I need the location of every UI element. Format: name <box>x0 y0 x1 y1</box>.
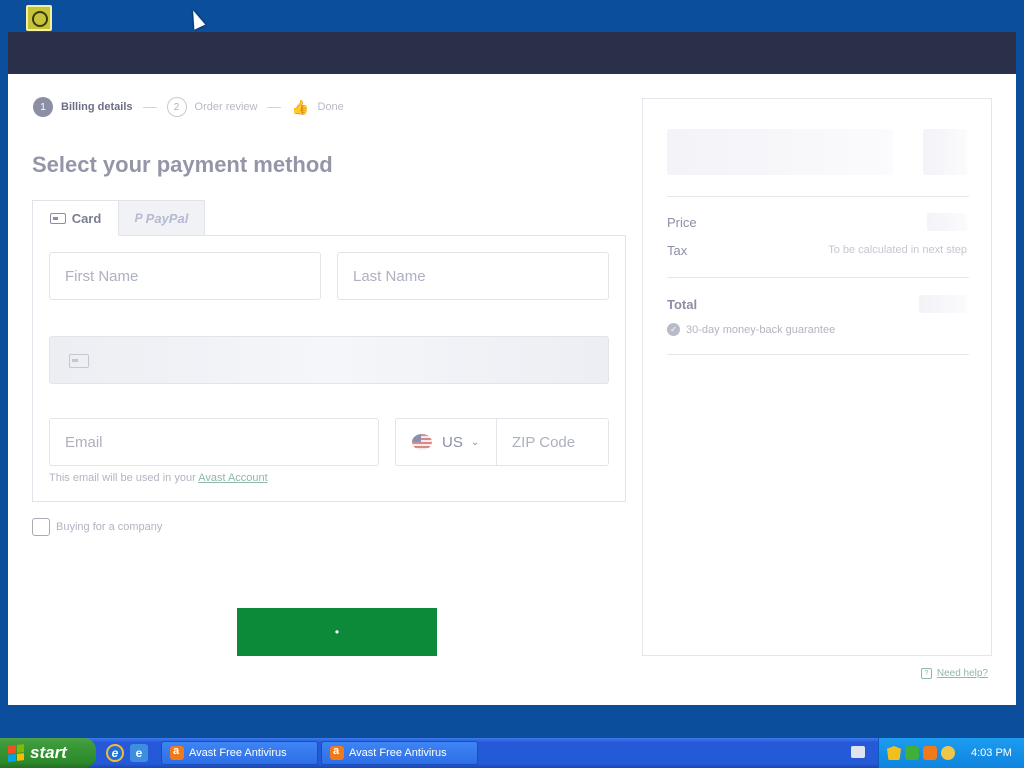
tax-note: To be calculated in next step <box>828 244 967 256</box>
zip-code-input[interactable] <box>496 418 609 466</box>
scheduled-task-icon[interactable] <box>26 5 52 31</box>
price-label: Price <box>667 215 697 230</box>
step-separator <box>142 106 157 108</box>
tax-label: Tax <box>667 243 688 258</box>
taskbar: start e e Avast Free Antivirus Avast Fre… <box>0 738 1024 768</box>
payment-tabs: Card P PayPal <box>32 200 205 236</box>
card-number-field[interactable] <box>49 336 609 384</box>
taskbar-item-avast-2[interactable]: Avast Free Antivirus <box>321 741 478 765</box>
mouse-cursor-icon <box>186 8 206 30</box>
search-icon[interactable] <box>941 746 955 760</box>
company-label: Buying for a company <box>56 521 163 533</box>
tab-card[interactable]: Card <box>32 200 119 236</box>
need-help: ? Need help? <box>920 668 988 679</box>
system-tray: 4:03 PM <box>878 738 1024 768</box>
email-input[interactable] <box>49 418 379 466</box>
window-header <box>8 32 1016 74</box>
total-value-placeholder <box>919 295 967 313</box>
quick-launch: e e <box>96 744 158 762</box>
email-note-text: This email will be used in your <box>49 472 196 484</box>
email-note: This email will be used in your Avast Ac… <box>49 472 268 484</box>
card-form: US ⌄ This email will be used in your Ava… <box>32 235 626 502</box>
taskbar-item-label: Avast Free Antivirus <box>189 747 287 759</box>
total-label: Total <box>667 297 698 312</box>
divider <box>667 196 969 197</box>
flag-us-icon <box>412 434 432 450</box>
keyboard-icon[interactable] <box>851 746 865 758</box>
security-shield-icon[interactable] <box>887 746 901 760</box>
money-back-guarantee: ✓ 30-day money-back guarantee <box>667 323 835 336</box>
step-1-number: 1 <box>33 97 53 117</box>
first-name-input[interactable] <box>49 252 321 300</box>
card-icon <box>49 212 66 224</box>
step-2-number: 2 <box>166 97 187 117</box>
browser-icon[interactable]: e <box>130 744 148 762</box>
windows-logo-icon <box>8 744 24 762</box>
tab-paypal[interactable]: P PayPal <box>119 200 205 236</box>
ie-icon[interactable]: e <box>106 744 124 762</box>
country-value: US <box>442 433 463 451</box>
divider <box>667 277 969 278</box>
start-label: start <box>30 743 67 762</box>
chevron-down-icon: ⌄ <box>470 436 480 448</box>
company-option: Buying for a company <box>32 518 162 536</box>
page-title: Select your payment method <box>32 152 333 177</box>
price-value-placeholder <box>927 213 967 231</box>
checkout-steps: 1 Billing details 2 Order review 👍 Done <box>33 97 344 117</box>
step-1-label: Billing details <box>61 101 133 113</box>
avast-tray-icon[interactable] <box>923 746 937 760</box>
last-name-input[interactable] <box>337 252 609 300</box>
clock: 4:03 PM <box>971 747 1012 759</box>
tab-paypal-label: PayPal <box>145 210 189 226</box>
product-placeholder <box>667 129 893 175</box>
country-select[interactable]: US ⌄ <box>395 418 496 466</box>
company-checkbox[interactable] <box>32 518 50 536</box>
order-summary: Price Tax To be calculated in next step … <box>642 98 992 656</box>
taskbar-item-avast-1[interactable]: Avast Free Antivirus <box>161 741 318 765</box>
shield-check-icon: ✓ <box>667 323 680 336</box>
start-button[interactable]: start <box>0 738 96 768</box>
divider <box>667 354 969 355</box>
need-help-link[interactable]: Need help? <box>937 668 988 679</box>
guarantee-text: 30-day money-back guarantee <box>686 323 836 336</box>
thumbs-up-icon: 👍 <box>291 99 309 115</box>
update-icon[interactable] <box>905 746 919 760</box>
taskbar-item-label: Avast Free Antivirus <box>349 747 447 759</box>
avast-account-link[interactable]: Avast Account <box>198 472 268 484</box>
paypal-icon: P <box>134 211 143 225</box>
avast-icon <box>170 745 184 760</box>
avast-icon <box>330 745 344 760</box>
price-placeholder <box>923 129 967 175</box>
step-3-label: Done <box>317 101 344 113</box>
help-icon: ? <box>920 668 932 679</box>
card-icon <box>69 354 89 368</box>
step-2-label: Order review <box>194 101 258 113</box>
step-separator <box>267 106 282 108</box>
checkout-window: 1 Billing details 2 Order review 👍 Done … <box>8 32 1016 705</box>
submit-button[interactable]: • <box>237 608 437 656</box>
tab-card-label: Card <box>71 210 102 226</box>
